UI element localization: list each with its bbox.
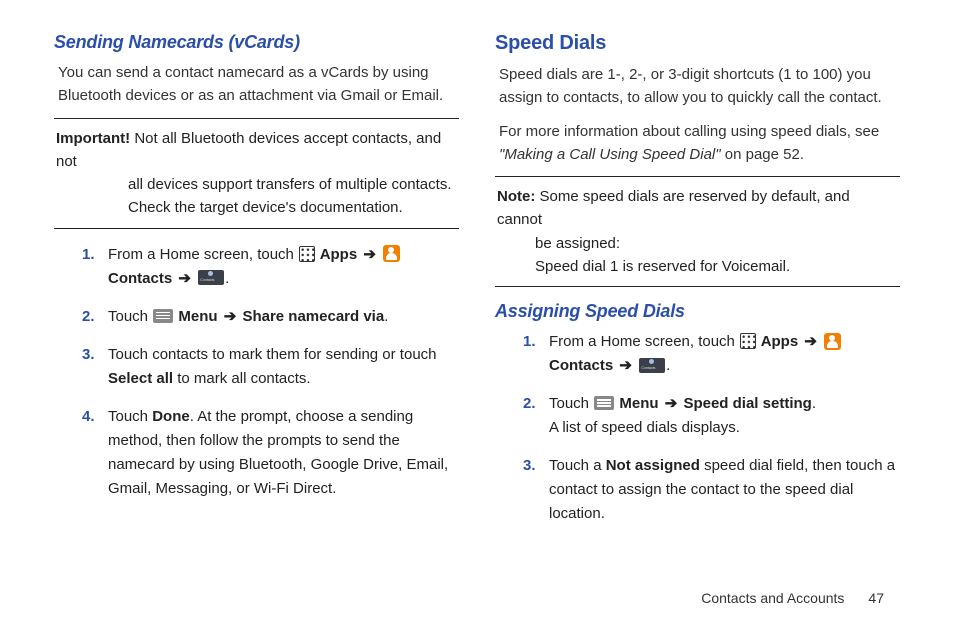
step-text: Touch a bbox=[549, 457, 606, 474]
note-label: Note: bbox=[497, 188, 535, 205]
arrow-icon: ➔ bbox=[804, 330, 817, 354]
intro-right: Speed dials are 1-, 2-, or 3-digit short… bbox=[499, 63, 896, 110]
heading-assigning-speed-dials: Assigning Speed Dials bbox=[495, 301, 900, 322]
step-4: 4. Touch Done. At the prompt, choose a s… bbox=[82, 405, 459, 501]
step-text: Touch bbox=[108, 308, 152, 325]
steps-right: 1. From a Home screen, touch Apps ➔ Cont… bbox=[523, 330, 900, 526]
period: . bbox=[384, 308, 388, 325]
intro-left: You can send a contact namecard as a vCa… bbox=[58, 61, 455, 108]
right-column: Speed Dials Speed dials are 1-, 2-, or 3… bbox=[495, 32, 900, 540]
arrow-icon: ➔ bbox=[665, 392, 678, 416]
step-number: 4. bbox=[82, 405, 108, 501]
note-line3: Speed dial 1 is reserved for Voicemail. bbox=[497, 255, 898, 278]
note-line1: Some speed dials are reserved by default… bbox=[497, 188, 850, 228]
step-2: 2. Touch Menu ➔ Speed dial setting. A li… bbox=[523, 392, 900, 440]
step-text: to mark all contacts. bbox=[173, 370, 311, 387]
step-2: 2. Touch Menu ➔ Share namecard via. bbox=[82, 305, 459, 329]
apps-label: Apps bbox=[316, 246, 361, 263]
arrow-icon: ➔ bbox=[224, 305, 237, 329]
page-footer: Contacts and Accounts 47 bbox=[701, 590, 884, 606]
period: . bbox=[666, 357, 670, 374]
step-text: From a Home screen, touch bbox=[108, 246, 298, 263]
contacts-icon bbox=[824, 333, 841, 350]
share-label: Share namecard via bbox=[238, 308, 384, 325]
ref-text: For more information about calling using… bbox=[499, 123, 879, 140]
step-number: 3. bbox=[523, 454, 549, 526]
important-label: Important! bbox=[56, 130, 130, 147]
steps-left: 1. From a Home screen, touch Apps ➔ Cont… bbox=[82, 243, 459, 501]
contacts-label: Contacts bbox=[108, 270, 176, 287]
arrow-icon: ➔ bbox=[619, 354, 632, 378]
step-number: 2. bbox=[82, 305, 108, 329]
heading-sending-namecards: Sending Namecards (vCards) bbox=[54, 32, 459, 53]
step-number: 1. bbox=[523, 330, 549, 378]
contacts-tab-icon bbox=[198, 270, 224, 285]
step-1: 1. From a Home screen, touch Apps ➔ Cont… bbox=[523, 330, 900, 378]
step-text: Touch bbox=[108, 408, 152, 425]
menu-icon bbox=[153, 309, 173, 323]
step-text: Touch contacts to mark them for sending … bbox=[108, 346, 437, 363]
step-text: Touch bbox=[549, 395, 593, 412]
menu-icon bbox=[594, 396, 614, 410]
important-rest: all devices support transfers of multipl… bbox=[56, 173, 457, 220]
note-line2: be assigned: bbox=[497, 232, 898, 255]
footer-page-number: 47 bbox=[868, 590, 884, 606]
step-number: 1. bbox=[82, 243, 108, 291]
step-text: From a Home screen, touch bbox=[549, 333, 739, 350]
step-number: 2. bbox=[523, 392, 549, 440]
apps-label: Apps bbox=[757, 333, 802, 350]
ref-page: on page 52. bbox=[721, 146, 804, 163]
menu-label: Menu bbox=[174, 308, 222, 325]
step-number: 3. bbox=[82, 343, 108, 391]
contacts-label: Contacts bbox=[549, 357, 617, 374]
done-label: Done bbox=[152, 408, 190, 425]
apps-icon bbox=[299, 246, 315, 262]
ref-paragraph: For more information about calling using… bbox=[499, 120, 896, 167]
important-callout: Important! Not all Bluetooth devices acc… bbox=[54, 118, 459, 229]
left-column: Sending Namecards (vCards) You can send … bbox=[54, 32, 459, 540]
select-all-label: Select all bbox=[108, 370, 173, 387]
arrow-icon: ➔ bbox=[178, 267, 191, 291]
contacts-tab-icon bbox=[639, 358, 665, 373]
period: . bbox=[812, 395, 816, 412]
arrow-icon: ➔ bbox=[363, 243, 376, 267]
apps-icon bbox=[740, 333, 756, 349]
heading-speed-dials: Speed Dials bbox=[495, 32, 900, 55]
note-callout: Note: Some speed dials are reserved by d… bbox=[495, 176, 900, 287]
step-3: 3. Touch contacts to mark them for sendi… bbox=[82, 343, 459, 391]
menu-label: Menu bbox=[615, 395, 663, 412]
footer-section: Contacts and Accounts bbox=[701, 590, 844, 606]
step-3: 3. Touch a Not assigned speed dial field… bbox=[523, 454, 900, 526]
step-text: A list of speed dials displays. bbox=[549, 419, 740, 436]
not-assigned-label: Not assigned bbox=[606, 457, 700, 474]
speed-dial-label: Speed dial setting bbox=[679, 395, 812, 412]
period: . bbox=[225, 270, 229, 287]
step-1: 1. From a Home screen, touch Apps ➔ Cont… bbox=[82, 243, 459, 291]
contacts-icon bbox=[383, 245, 400, 262]
ref-title: "Making a Call Using Speed Dial" bbox=[499, 146, 721, 163]
